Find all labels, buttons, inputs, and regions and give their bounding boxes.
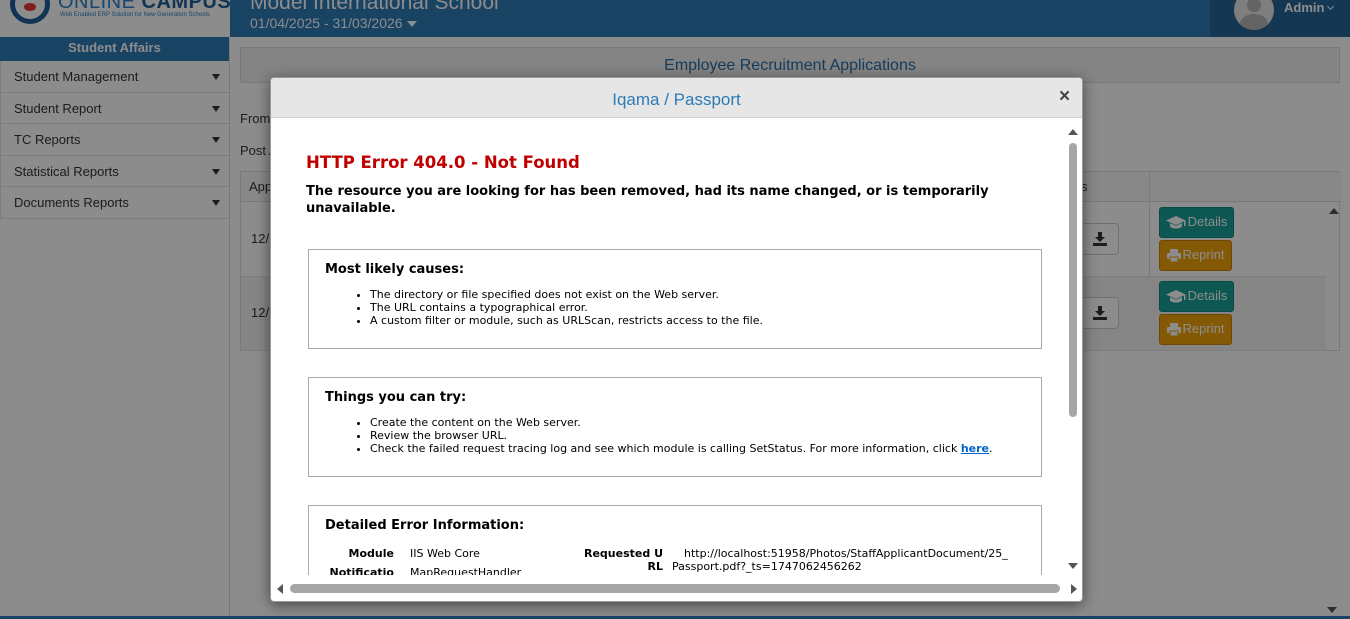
vertical-scrollbar[interactable] — [1068, 123, 1078, 575]
scroll-left-icon[interactable] — [277, 584, 283, 594]
notification-value: MapRequestHandler — [410, 566, 522, 575]
scroll-down-icon[interactable] — [1068, 563, 1078, 569]
try-box: Things you can try: Create the content o… — [308, 377, 1042, 477]
try-heading: Things you can try: — [325, 390, 467, 405]
list-item: The URL contains a typographical error. — [370, 301, 763, 314]
scroll-right-icon[interactable] — [1071, 584, 1077, 594]
horizontal-scrollbar[interactable] — [277, 583, 1078, 595]
requested-url-value: http://localhost:51958/Photos/StaffAppli… — [684, 547, 1008, 560]
requested-url-label: Requested U — [584, 547, 663, 560]
modal-header: Iqama / Passport × — [271, 78, 1082, 118]
module-value: IIS Web Core — [410, 547, 480, 560]
list-item: Create the content on the Web server. — [370, 416, 993, 429]
close-icon[interactable]: × — [1059, 87, 1070, 107]
scrollbar-thumb[interactable] — [1069, 143, 1077, 417]
error-title: HTTP Error 404.0 - Not Found — [306, 153, 580, 172]
detail-heading: Detailed Error Information: — [325, 518, 525, 533]
here-link[interactable]: here — [961, 442, 989, 455]
document-frame[interactable]: HTTP Error 404.0 - Not Found The resourc… — [277, 123, 1078, 575]
document-modal: Iqama / Passport × HTTP Error 404.0 - No… — [270, 77, 1083, 602]
list-item: A custom filter or module, such as URLSc… — [370, 314, 763, 327]
module-label: Module — [348, 547, 394, 560]
scrollbar-thumb[interactable] — [290, 584, 1060, 593]
list-item: The directory or file specified does not… — [370, 288, 763, 301]
notification-label: Notificatio — [329, 566, 394, 575]
causes-list: The directory or file specified does not… — [325, 288, 763, 327]
list-item: Review the browser URL. — [370, 429, 993, 442]
detail-box: Detailed Error Information: Module IIS W… — [308, 505, 1042, 575]
try-list: Create the content on the Web server. Re… — [325, 416, 993, 455]
requested-url-label: RL — [647, 560, 663, 573]
list-item: Check the failed request tracing log and… — [370, 442, 993, 455]
causes-heading: Most likely causes: — [325, 262, 465, 277]
causes-box: Most likely causes: The directory or fil… — [308, 249, 1042, 349]
error-subtitle: The resource you are looking for has bee… — [306, 184, 989, 216]
modal-title: Iqama / Passport — [612, 90, 741, 109]
requested-url-value: Passport.pdf?_ts=1747062456262 — [672, 560, 862, 573]
scroll-up-icon[interactable] — [1068, 129, 1078, 135]
